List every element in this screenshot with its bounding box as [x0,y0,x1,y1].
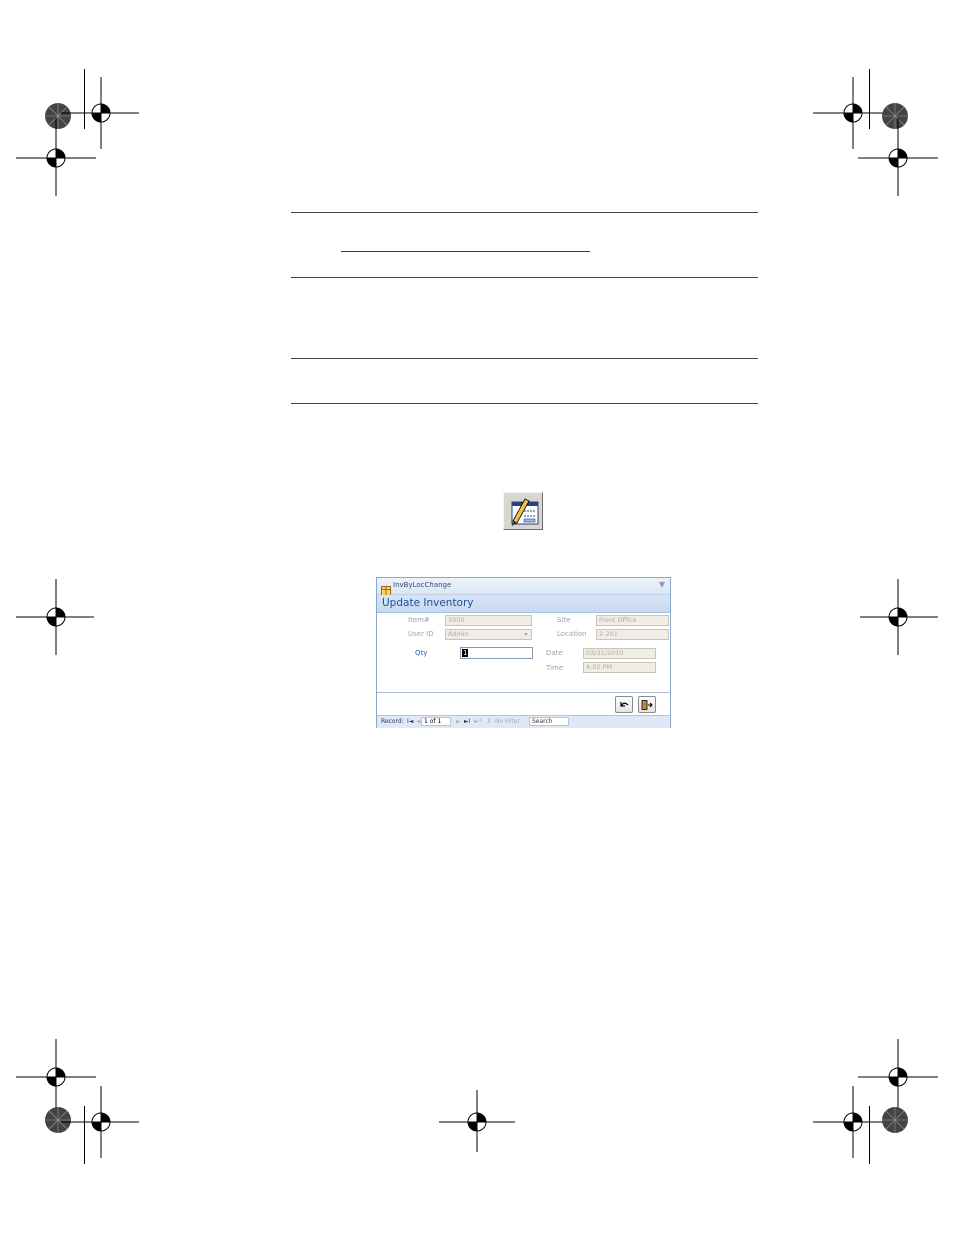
record-label: Record: [381,718,404,725]
item-label: Item# [408,616,430,624]
location-field[interactable]: 2-201 [596,629,669,640]
qty-input[interactable]: 1 [460,647,533,659]
chevron-down-icon[interactable]: ▾ [522,630,530,639]
qty-value: 1 [462,649,469,657]
crosshair-mark-icon [437,1082,517,1162]
exit-icon [641,700,653,710]
last-record-icon[interactable]: ►I [464,718,470,725]
footer-separator [377,692,670,693]
rule-2 [291,277,758,278]
site-field[interactable]: Front Office [596,615,669,626]
update-inventory-form-window: InvByLocChange ▼ Update Inventory Item# … [376,577,671,728]
search-input[interactable]: Search [529,717,569,726]
item-field[interactable]: 1000 [445,615,532,626]
qty-label: Qty [415,649,428,657]
record-navigator: Record: I◄ ◄ 1 of 1 ► ►I ►* ⊻ No Filter … [377,715,670,728]
rule-3 [291,358,758,359]
link-underline [341,251,590,252]
filter-icon[interactable]: ⊻ [487,718,491,725]
crosshair-mark-icon [61,1082,141,1162]
userid-value: Admin [448,630,469,638]
userid-label: User ID [408,630,434,638]
window-title-bar: InvByLocChange ▼ [377,578,670,596]
site-label: Site [557,616,571,624]
exit-button[interactable] [638,696,656,713]
edit-form-icon[interactable] [503,492,543,530]
undo-icon [620,702,629,707]
new-record-icon[interactable]: ►* [474,718,482,725]
rule-top [291,212,758,213]
form-header: Update Inventory [377,595,670,613]
window-close-icon[interactable]: ▼ [659,580,665,589]
rule-4 [291,403,758,404]
no-filter-label[interactable]: No Filter [495,718,520,725]
userid-combo[interactable]: Admin ▾ [445,629,532,640]
prev-record-icon[interactable]: ◄ [416,718,421,725]
undo-button[interactable] [615,696,633,713]
time-label: Time [546,664,564,672]
window-title: InvByLocChange [393,581,452,589]
date-field[interactable]: 03/31/2010 [583,648,656,659]
crosshair-mark-icon [16,118,96,198]
next-record-icon[interactable]: ► [456,718,461,725]
crosshair-mark-icon [858,118,938,198]
form-heading: Update Inventory [382,597,474,609]
first-record-icon[interactable]: I◄ [407,718,413,725]
crosshair-mark-icon [858,577,938,657]
crosshair-mark-icon [16,577,96,657]
record-number-input[interactable]: 1 of 1 [421,717,451,726]
time-field[interactable]: 4:02 PM [583,662,656,673]
form-table-icon [381,581,391,596]
date-label: Date [546,649,563,657]
location-label: Location [557,630,587,638]
registration-target-icon [855,1080,935,1160]
